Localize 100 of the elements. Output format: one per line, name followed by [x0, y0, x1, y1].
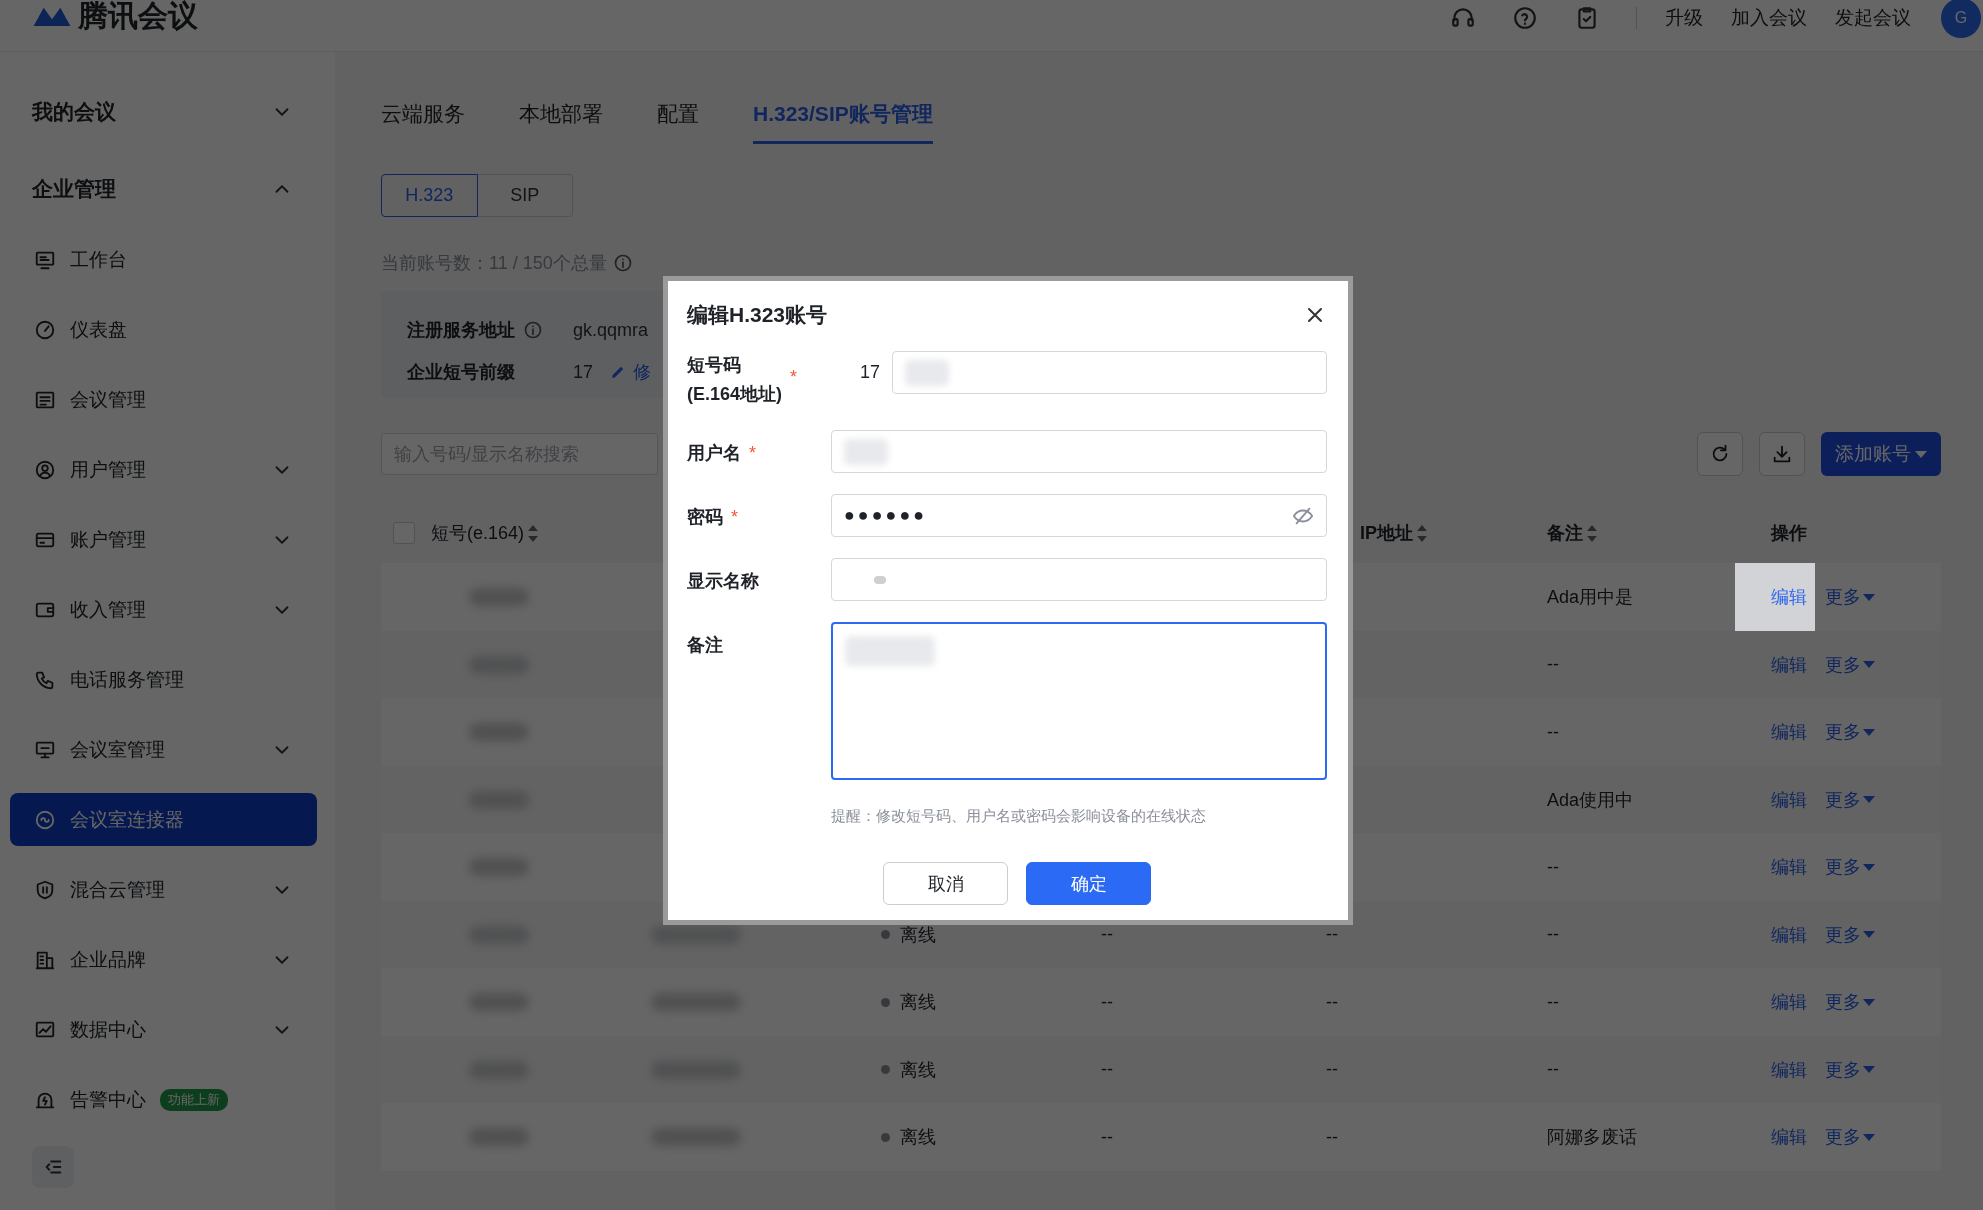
table-cell-text: 阿娜多废话	[1547, 1126, 1638, 1149]
user-icon	[34, 458, 56, 481]
sidebar-item[interactable]: 账户管理	[10, 513, 317, 566]
edit-link[interactable]: 编辑	[1735, 1103, 1815, 1171]
notes-field[interactable]	[831, 622, 1327, 780]
shield-icon	[34, 878, 56, 901]
required-mark: *	[731, 506, 738, 529]
sidebar-section[interactable]: 我的会议	[10, 87, 317, 137]
table-cell-text: --	[1547, 991, 1560, 1013]
new-badge: 功能上新	[160, 1088, 228, 1111]
cancel-button[interactable]: 取消	[883, 862, 1008, 905]
caret-icon	[1863, 863, 1875, 871]
sidebar-item[interactable]: 数据中心	[10, 1003, 317, 1056]
text-field[interactable]	[831, 558, 1327, 601]
sort-icon[interactable]	[528, 524, 539, 542]
field-label: 短号码 (E.164地址)	[687, 354, 783, 406]
item-label: 电话服务管理	[70, 667, 184, 692]
status-text: 离线	[900, 923, 936, 947]
more-link[interactable]: 更多	[1825, 787, 1875, 812]
refresh-button[interactable]	[1697, 432, 1743, 476]
more-link[interactable]: 更多	[1825, 990, 1875, 1014]
tab[interactable]: 云端服务	[381, 98, 465, 144]
edit-link[interactable]: 编辑	[1735, 833, 1815, 901]
nav-link[interactable]: 升级	[1665, 5, 1703, 31]
help-icon[interactable]	[1512, 5, 1538, 31]
status-dot	[881, 930, 890, 939]
more-link[interactable]: 更多	[1825, 585, 1875, 609]
edit-link[interactable]: 编辑	[1735, 698, 1815, 766]
tab[interactable]: 配置	[657, 98, 699, 144]
table-cell-text: --	[1326, 1059, 1339, 1080]
table-cell-text: --	[1547, 924, 1560, 945]
nav-link[interactable]: 发起会议	[1835, 5, 1911, 31]
short-number-field[interactable]	[892, 351, 1327, 394]
column-header: IP地址	[1360, 522, 1413, 545]
sidebar-item[interactable]: 用户管理	[10, 443, 317, 496]
column-header: 备注	[1547, 522, 1583, 545]
item-label: 仪表盘	[70, 317, 127, 342]
edit-link[interactable]: 编辑	[1735, 1035, 1815, 1104]
sidebar-item[interactable]: 企业品牌	[10, 933, 317, 986]
collapse-button[interactable]	[32, 1146, 74, 1188]
password-field[interactable]: ●●●●●●	[831, 494, 1327, 537]
more-link[interactable]: 更多	[1825, 652, 1875, 677]
segment-button[interactable]: H.323	[381, 174, 478, 217]
item-label: 企业品牌	[70, 947, 146, 972]
field-label: 用户名	[687, 442, 741, 465]
item-label: 账户管理	[70, 527, 146, 552]
table-cell-text: --	[1547, 721, 1560, 743]
more-link[interactable]: 更多	[1825, 1125, 1875, 1149]
table-cell-text: --	[1326, 924, 1339, 945]
more-link[interactable]: 更多	[1825, 1057, 1875, 1082]
add-account-button[interactable]: 添加账号	[1821, 432, 1941, 476]
caret-icon	[1863, 931, 1875, 938]
item-label: 数据中心	[70, 1017, 146, 1042]
caret-icon	[1863, 796, 1875, 803]
more-link[interactable]: 更多	[1825, 720, 1875, 744]
item-label: 用户管理	[70, 457, 146, 482]
sidebar-item[interactable]: 会议管理	[10, 373, 317, 426]
edit-link[interactable]: 编辑	[1735, 630, 1815, 699]
sidebar-item[interactable]: 会议室管理	[10, 723, 317, 776]
avatar[interactable]: G	[1941, 0, 1981, 38]
prefix-text: 17	[860, 361, 881, 384]
column-header: 短号(e.164)	[431, 522, 525, 545]
sort-icon[interactable]	[1417, 524, 1427, 542]
item-label: 混合云管理	[70, 877, 165, 902]
download-button[interactable]	[1759, 432, 1805, 476]
text-field[interactable]	[831, 430, 1327, 473]
sidebar-item[interactable]: 工作台	[10, 233, 317, 286]
sort-icon[interactable]	[1587, 524, 1597, 542]
more-link[interactable]: 更多	[1825, 922, 1875, 947]
caret-icon	[1863, 593, 1875, 601]
tab[interactable]: H.323/SIP账号管理	[753, 98, 933, 144]
sidebar-item[interactable]: 告警中心 功能上新	[10, 1073, 317, 1126]
caret-icon	[1863, 1066, 1875, 1073]
tab[interactable]: 本地部署	[519, 98, 603, 144]
sidebar-item[interactable]: 仪表盘	[10, 303, 317, 356]
edit-link[interactable]: 编辑	[1735, 563, 1815, 631]
sidebar-section[interactable]: 企业管理	[10, 164, 317, 214]
info-label: 注册服务地址	[407, 319, 515, 342]
sidebar-item[interactable]: 电话服务管理	[10, 653, 317, 706]
caret-icon	[1863, 728, 1875, 736]
table-cell-text: --	[1547, 856, 1560, 878]
sidebar-item[interactable]: 会议室连接器	[10, 793, 317, 846]
item-label: 会议室管理	[70, 737, 165, 762]
table-cell-text: --	[1101, 1059, 1114, 1080]
table-cell-text: Ada用中是	[1547, 586, 1635, 609]
info-icon	[612, 253, 633, 273]
sidebar-item[interactable]: 混合云管理	[10, 863, 317, 916]
edit-link[interactable]: 修	[633, 360, 652, 384]
caret-icon	[1863, 1133, 1875, 1141]
segment-button[interactable]: SIP	[477, 174, 573, 217]
nav-link[interactable]: 加入会议	[1731, 5, 1807, 31]
sidebar-item[interactable]: 收入管理	[10, 583, 317, 636]
caret-icon	[1863, 998, 1875, 1006]
confirm-button[interactable]: 确定	[1026, 862, 1151, 905]
edit-link[interactable]: 编辑	[1735, 900, 1815, 969]
edit-link[interactable]: 编辑	[1735, 968, 1815, 1036]
caret-icon	[1863, 661, 1875, 668]
more-link[interactable]: 更多	[1825, 855, 1875, 879]
edit-link[interactable]: 编辑	[1735, 765, 1815, 834]
table-cell-text: Ada使用中	[1547, 788, 1635, 812]
